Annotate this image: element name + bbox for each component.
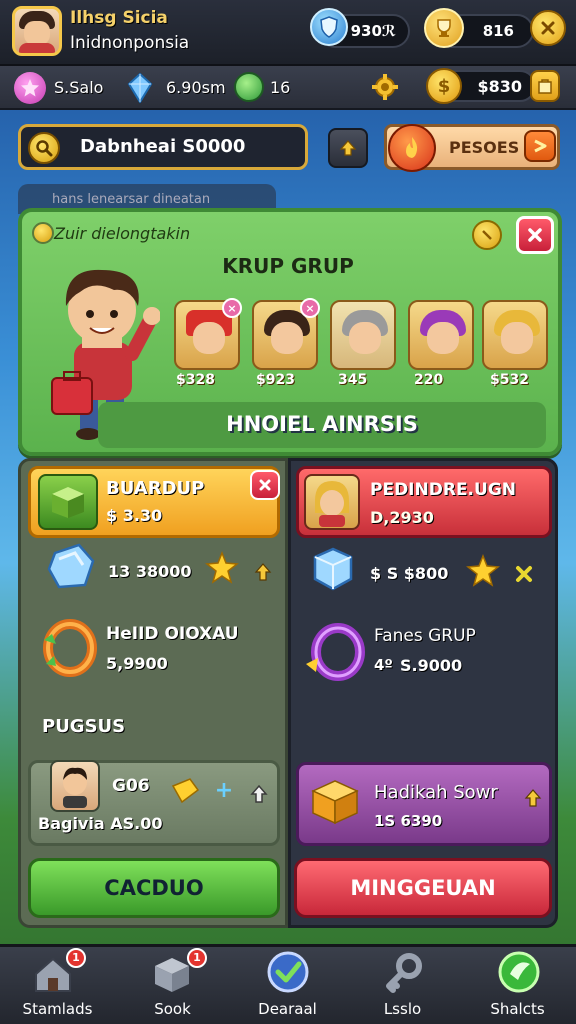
gold-chest-icon xyxy=(306,772,364,830)
search-input[interactable]: Dabnheai S0000 xyxy=(80,136,245,157)
nav-item-shalcts[interactable]: Shalcts xyxy=(460,944,575,1024)
fire-icon xyxy=(388,124,436,172)
group-footer[interactable]: HNOIEL AINRSIS xyxy=(98,402,546,448)
ice-block-icon xyxy=(306,542,360,596)
gems-value: 930ℛ xyxy=(350,22,396,40)
trophy-icon xyxy=(424,8,464,48)
player-portrait-icon xyxy=(50,760,100,812)
arrow-up-outline-icon[interactable] xyxy=(248,782,270,806)
member-avatar-3[interactable] xyxy=(330,300,396,370)
ice-cube-icon xyxy=(44,538,100,594)
nav-label: Sook xyxy=(154,1000,191,1018)
item2-price: 5,9900 xyxy=(106,654,168,673)
right-item2-prefix: 4º xyxy=(374,656,393,674)
remove-member-icon[interactable]: × xyxy=(300,298,320,318)
section-label: PUGSUS xyxy=(42,716,126,737)
coins-value: $830 xyxy=(477,76,522,96)
hadikah-title: Hadikah Sowr xyxy=(374,782,498,803)
member-avatar-4[interactable] xyxy=(408,300,474,370)
star-right-icon xyxy=(464,552,502,590)
shield-value: 16 xyxy=(270,78,291,97)
right-item2-price: S.9000 xyxy=(400,656,463,675)
nav-badge: 1 xyxy=(187,948,207,968)
cacduo-button[interactable]: CACDUO xyxy=(28,858,280,918)
crystal-icon xyxy=(126,72,154,104)
close-icon[interactable] xyxy=(530,10,566,46)
hadikah-arrow-up-icon[interactable] xyxy=(522,786,544,810)
buardup-close-button[interactable] xyxy=(250,470,280,500)
upload-button[interactable] xyxy=(328,128,368,168)
nav-label: Shalcts xyxy=(490,1000,545,1018)
bottom-left-value: G06 xyxy=(112,776,150,796)
pedindre-price: D,2930 xyxy=(370,508,434,527)
arrow-up-icon[interactable] xyxy=(252,560,274,584)
gold-bar-icon xyxy=(166,772,204,810)
coin-icon: $ xyxy=(426,68,462,104)
item2-title: HeIID OIOXAU xyxy=(106,624,239,644)
nav-item-stamlads[interactable]: 1 Stamlads xyxy=(0,944,115,1024)
nav-label: Stamlads xyxy=(22,1000,93,1018)
green-box-icon xyxy=(38,474,98,530)
shop-bag-icon[interactable] xyxy=(530,70,560,102)
panel-close-button[interactable] xyxy=(516,216,554,254)
nav-item-sook[interactable]: 1 Sook xyxy=(115,944,230,1024)
hadikah-price: 1S 6390 xyxy=(374,812,443,830)
player-avatar[interactable] xyxy=(12,6,62,56)
remove-member-icon[interactable]: × xyxy=(222,298,242,318)
search-icon xyxy=(28,132,60,164)
mingguean-button[interactable]: MINGGEUAN xyxy=(294,858,552,918)
bottom-left-caption: Bagivia AS.00 xyxy=(38,814,163,833)
sparkle-icon: + xyxy=(214,777,234,803)
shield-gem-icon xyxy=(310,8,348,46)
buardup-title: BUARDUP xyxy=(106,478,205,499)
level-label: S.Salo xyxy=(54,78,104,97)
cross-green-icon[interactable] xyxy=(512,562,536,586)
member-score-5: $532 xyxy=(490,372,529,388)
pesos-label: PESOES xyxy=(449,137,520,157)
item1-price: 13 38000 xyxy=(108,562,192,581)
member-score-2: $923 xyxy=(256,372,295,388)
group-panel-header: Zuir dielongtakin xyxy=(54,224,191,243)
buardup-price: $ 3.30 xyxy=(106,506,163,525)
arrow-right-icon[interactable] xyxy=(524,130,556,162)
purple-ring-icon xyxy=(302,614,368,684)
nav-label: Lsslo xyxy=(383,1000,422,1018)
member-score-3: 345 xyxy=(338,372,368,388)
member-score-4: 220 xyxy=(414,372,444,388)
nav-item-lsslo[interactable]: Lsslo xyxy=(345,944,460,1024)
ring-icon xyxy=(38,614,102,678)
nav-label: Dearaal xyxy=(258,1000,317,1018)
trophy-value: 816 xyxy=(482,22,514,40)
coin-small-icon xyxy=(32,222,54,244)
player-name: Ilhsg Sicia xyxy=(70,8,168,28)
cacduo-label: CACDUO xyxy=(104,876,204,900)
nav-badge: 1 xyxy=(66,948,86,968)
right-item2-title: Fanes GRUP xyxy=(374,626,476,646)
shield-icon xyxy=(234,72,264,102)
nav-item-dearaal[interactable]: Dearaal xyxy=(230,944,345,1024)
gear-gold-icon xyxy=(370,72,400,102)
star-badge-icon xyxy=(14,72,46,104)
player-country: Inidnonponsia xyxy=(70,33,190,53)
mingguean-label: MINGGEUAN xyxy=(350,876,496,900)
pedindre-avatar xyxy=(304,474,360,530)
pedindre-title: PEDINDRE.UGN xyxy=(370,480,516,500)
star-icon xyxy=(204,550,240,586)
crystal-value: 6.90sm xyxy=(166,78,226,97)
right-item1-price: $ S $800 xyxy=(370,564,449,583)
coin-button-icon[interactable] xyxy=(472,220,502,250)
member-score-1: $328 xyxy=(176,372,215,388)
member-avatar-5[interactable] xyxy=(482,300,548,370)
